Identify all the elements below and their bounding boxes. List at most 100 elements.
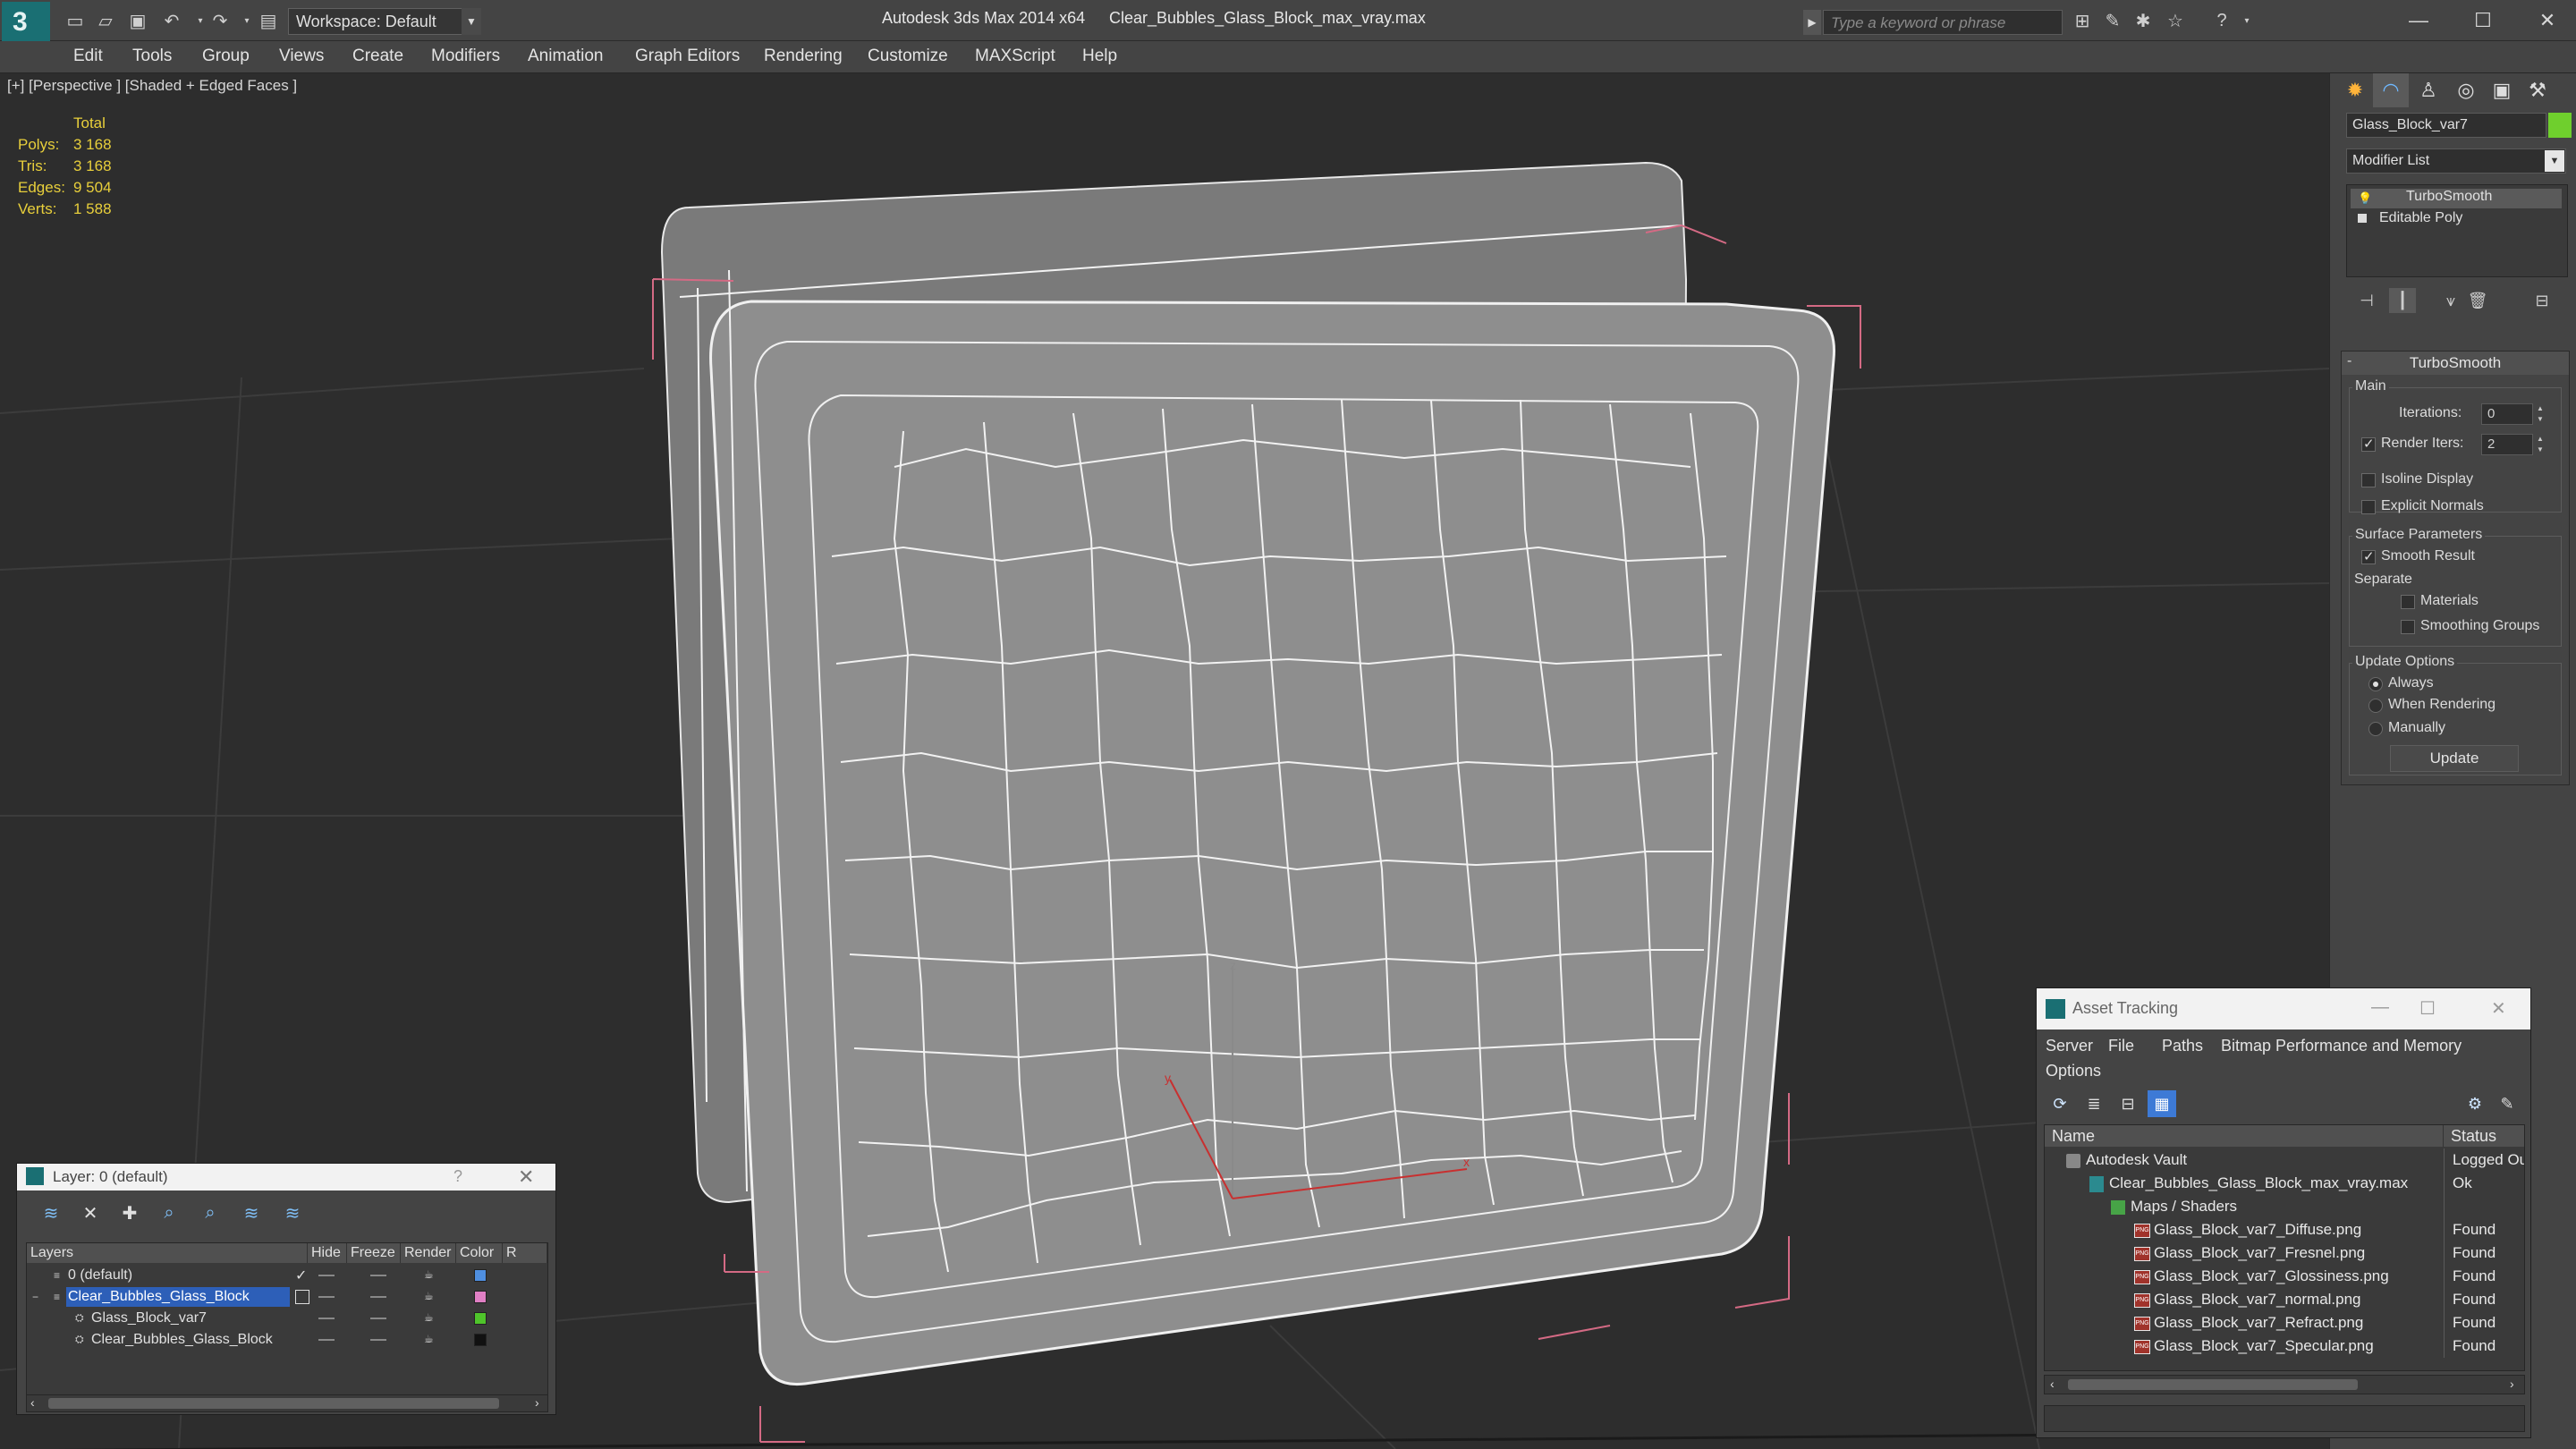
table-view-icon[interactable]: ▦ (2148, 1090, 2176, 1117)
menu-edit[interactable]: Edit (73, 47, 103, 66)
always-radio[interactable] (2368, 677, 2383, 691)
when-rendering-radio[interactable] (2368, 699, 2383, 713)
col-freeze[interactable]: Freeze (347, 1243, 401, 1263)
col-hide[interactable]: Hide (308, 1243, 347, 1263)
rollout-title[interactable]: TurboSmooth (2342, 352, 2569, 375)
display-tab-icon[interactable]: ▣ (2484, 73, 2520, 107)
create-tab-icon[interactable]: ✹ (2337, 73, 2373, 107)
menu-animation[interactable]: Animation (528, 47, 604, 66)
redo-icon[interactable]: ↷ (208, 9, 233, 32)
freeze-toggle[interactable] (370, 1275, 386, 1276)
asset-row[interactable]: PNG Glass_Block_var7_Refract.png Found (2045, 1311, 2524, 1335)
lightbulb-icon[interactable]: 💡 (2358, 191, 2372, 205)
layer-name[interactable]: 0 (default) (66, 1266, 132, 1285)
asset-menu-bitmap-performance[interactable]: Bitmap Performance and Memory (2221, 1037, 2462, 1055)
hide-toggle[interactable] (318, 1318, 335, 1319)
collapse-icon[interactable]: − (32, 1291, 38, 1303)
asset-row[interactable]: Clear_Bubbles_Glass_Block_max_vray.max O… (2045, 1172, 2524, 1195)
subscription-icon[interactable]: ✱ (2131, 9, 2156, 32)
scroll-left-icon[interactable]: ‹ (2050, 1377, 2055, 1391)
workspace-dropdown[interactable]: Workspace: Default (288, 8, 479, 35)
layer-color-swatch[interactable] (474, 1334, 487, 1346)
col-color[interactable]: Color (456, 1243, 503, 1263)
menu-help[interactable]: Help (1082, 47, 1117, 66)
asset-menu-paths[interactable]: Paths (2162, 1037, 2203, 1055)
isoline-display-checkbox[interactable] (2361, 473, 2376, 487)
iterations-spin-arrows-icon[interactable]: ▲ ▼ (2535, 403, 2546, 425)
asset-menu-server[interactable]: Server (2046, 1037, 2093, 1055)
refresh-icon[interactable]: ⟳ (2046, 1090, 2074, 1117)
modifier-list-dropdown[interactable]: Modifier List (2346, 148, 2566, 174)
asset-row[interactable]: PNG Glass_Block_var7_Fresnel.png Found (2045, 1241, 2524, 1265)
expand-icon[interactable] (2358, 214, 2367, 223)
add-to-layer-icon[interactable]: ✚ (114, 1199, 146, 1226)
viewport-label[interactable]: [+] [Perspective ] [Shaded + Edged Faces… (7, 77, 297, 95)
project-folder-icon[interactable]: ▤ (256, 9, 281, 32)
asset-row[interactable]: PNG Glass_Block_var7_Specular.png Found (2045, 1335, 2524, 1358)
modifier-list-arrow-icon[interactable]: ▼ (2545, 150, 2564, 172)
render-teapot-icon[interactable]: ☕ (424, 1290, 434, 1302)
layer-color-swatch[interactable] (474, 1291, 487, 1303)
close-window-icon[interactable]: ✕ (2529, 5, 2565, 36)
asset-minimize-icon[interactable]: — (2371, 997, 2389, 1018)
asset-row[interactable]: PNG Glass_Block_var7_normal.png Found (2045, 1288, 2524, 1311)
tree-view-icon[interactable]: ⊟ (2114, 1090, 2142, 1117)
stack-item-editable-poly[interactable]: Editable Poly (2351, 210, 2562, 230)
materials-checkbox[interactable] (2401, 595, 2415, 609)
hide-toggle[interactable] (318, 1296, 335, 1298)
help-dropdown-icon[interactable]: ▾ (2234, 9, 2259, 32)
freeze-toggle[interactable] (370, 1318, 386, 1319)
asset-row[interactable]: PNG Glass_Block_var7_Diffuse.png Found (2045, 1218, 2524, 1241)
menu-graph-editors[interactable]: Graph Editors (635, 47, 740, 66)
workspace-dropdown-arrow-icon[interactable]: ▼ (462, 8, 481, 35)
make-unique-icon[interactable]: ⩛ (2437, 288, 2464, 313)
scroll-right-icon[interactable]: › (535, 1395, 539, 1410)
layer-row[interactable]: ≡ 0 (default) ✓ ☕ (27, 1265, 547, 1286)
freeze-toggle[interactable] (370, 1339, 386, 1341)
scroll-left-icon[interactable]: ‹ (30, 1395, 35, 1410)
layer-color-swatch[interactable] (474, 1269, 487, 1282)
menu-views[interactable]: Views (279, 47, 324, 66)
motion-tab-icon[interactable]: ◎ (2448, 73, 2484, 107)
menu-maxscript[interactable]: MAXScript (975, 47, 1055, 66)
asset-maximize-icon[interactable]: ☐ (2419, 997, 2436, 1020)
asset-close-icon[interactable]: ✕ (2491, 997, 2506, 1020)
layer-name[interactable]: Clear_Bubbles_Glass_Block (66, 1287, 290, 1307)
search-expand-icon[interactable]: ▶ (1803, 10, 1821, 35)
object-name[interactable]: Clear_Bubbles_Glass_Block (89, 1330, 273, 1350)
set-active-layer-icon[interactable] (295, 1290, 309, 1304)
object-name[interactable]: Glass_Block_var7 (89, 1309, 207, 1328)
new-file-icon[interactable]: ▭ (63, 9, 88, 32)
hierarchy-tab-icon[interactable]: ♙ (2411, 73, 2446, 107)
layer-close-icon[interactable]: ✕ (518, 1165, 534, 1189)
asset-tracking-titlebar[interactable]: Asset Tracking — ☐ ✕ (2037, 988, 2530, 1030)
col-r[interactable]: R (503, 1243, 547, 1263)
col-name[interactable]: Name (2045, 1125, 2444, 1147)
highlight-selected-layer-icon[interactable]: ⌕ (194, 1199, 226, 1226)
show-end-result-icon[interactable]: ┃ (2389, 288, 2416, 313)
col-render[interactable]: Render (401, 1243, 456, 1263)
pin-stack-icon[interactable]: ⊣ (2353, 288, 2380, 313)
settings-icon[interactable]: ✎ (2493, 1090, 2521, 1117)
menu-create[interactable]: Create (352, 47, 403, 66)
search-input[interactable]: Type a keyword or phrase (1823, 10, 2063, 35)
hide-toggle[interactable] (318, 1275, 335, 1276)
communication-center-icon[interactable]: ✎ (2100, 9, 2125, 32)
menu-modifiers[interactable]: Modifiers (431, 47, 500, 66)
layer-row[interactable]: ⛭ Glass_Block_var7 ☕ (27, 1308, 547, 1329)
list-view-icon[interactable]: ≣ (2080, 1090, 2108, 1117)
object-color-swatch[interactable] (2548, 113, 2572, 138)
select-objects-in-layer-icon[interactable]: ⌕ (153, 1199, 185, 1226)
layer-panel-titlebar[interactable]: Layer: 0 (default) ? ✕ (17, 1164, 555, 1191)
col-status[interactable]: Status (2444, 1125, 2524, 1147)
favorites-star-icon[interactable]: ☆ (2163, 9, 2188, 32)
open-file-icon[interactable]: ▱ (93, 9, 118, 32)
update-button[interactable]: Update (2390, 745, 2519, 772)
configure-modifier-sets-icon[interactable]: ⊟ (2529, 288, 2555, 313)
modify-tab-icon[interactable]: ◠ (2373, 73, 2409, 107)
layer-help-icon[interactable]: ? (453, 1167, 462, 1186)
vault-help-icon[interactable]: ⚙ (2461, 1090, 2489, 1117)
menu-group[interactable]: Group (202, 47, 250, 66)
asset-row[interactable]: Autodesk Vault Logged Ou (2045, 1148, 2524, 1172)
layer-horizontal-scrollbar[interactable]: ‹ › (26, 1394, 548, 1412)
